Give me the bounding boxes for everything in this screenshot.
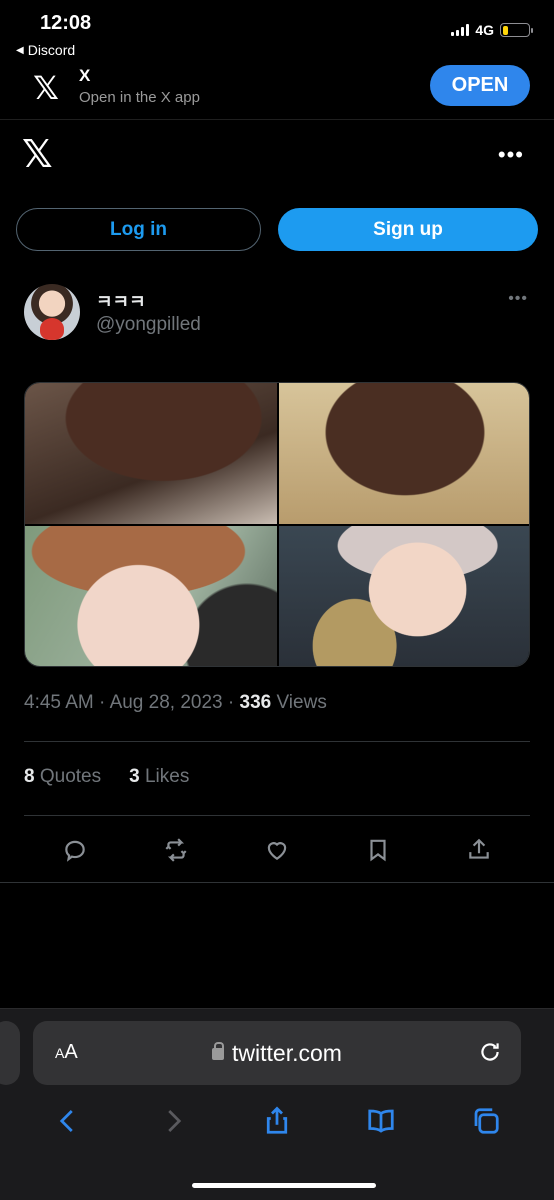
likes-count: 3 <box>129 766 140 787</box>
smart-app-banner: 𝕏 X Open in the X app OPEN <box>0 62 554 120</box>
reply-icon <box>64 840 85 862</box>
likes-label: Likes <box>139 766 190 787</box>
tweet-photo-4[interactable] <box>279 526 529 666</box>
battery-icon <box>500 23 533 37</box>
meta-separator: · <box>222 692 240 713</box>
tweet-photo-3[interactable] <box>25 526 277 666</box>
views-count: 336 <box>239 692 272 713</box>
status-time: 12:08 <box>40 12 92 34</box>
tabs-button[interactable] <box>464 1101 508 1141</box>
back-triangle-icon: ◀ <box>16 44 24 56</box>
site-header: 𝕏 ••• <box>0 120 554 192</box>
reload-icon <box>481 1043 499 1061</box>
bookmark-button[interactable] <box>358 830 398 870</box>
tweet-actions <box>24 828 530 872</box>
previous-tab-preview[interactable] <box>0 1021 20 1085</box>
reload-button[interactable] <box>477 1039 503 1070</box>
login-button[interactable]: Log in <box>16 208 261 251</box>
like-button[interactable] <box>257 830 297 870</box>
open-app-button[interactable]: OPEN <box>430 65 530 106</box>
retweet-button[interactable] <box>156 830 196 870</box>
author-handle[interactable]: @yongpilled <box>96 314 201 336</box>
author-display-name[interactable]: ㅋㅋㅋ <box>96 288 146 314</box>
reply-button[interactable] <box>55 830 95 870</box>
back-app-label: Discord <box>27 42 76 58</box>
x-app-logo-icon: 𝕏 <box>33 70 59 106</box>
tweet-photo-1[interactable] <box>25 383 277 524</box>
likes-stat[interactable]: 3 Likes <box>129 766 189 788</box>
browser-toolbar <box>0 1101 554 1141</box>
address-bar[interactable]: AA twitter.com <box>33 1021 521 1085</box>
tweet-stats: 8 Quotes 3 Likes <box>24 766 189 788</box>
divider <box>24 741 530 742</box>
chevron-right-icon <box>167 1110 181 1132</box>
browser-bottom-bar: AA twitter.com <box>0 1008 554 1200</box>
network-label: 4G <box>475 22 494 38</box>
avatar[interactable] <box>24 284 80 340</box>
lock-icon <box>212 1042 225 1060</box>
tweet-date[interactable]: Aug 28, 2023 <box>110 692 223 713</box>
quotes-stat[interactable]: 8 Quotes <box>24 766 101 788</box>
x-logo-icon[interactable]: 𝕏 <box>22 136 53 174</box>
tweet-photo-2[interactable] <box>279 383 529 524</box>
chevron-left-icon <box>59 1110 73 1132</box>
url-text: twitter.com <box>232 1040 342 1066</box>
divider <box>24 815 530 816</box>
tweet-metadata: 4:45 AM · Aug 28, 2023 · 336 Views <box>24 692 327 714</box>
status-indicators: 4G <box>451 22 533 38</box>
retweet-icon <box>165 838 187 862</box>
bookmark-icon <box>370 839 386 862</box>
share-icon <box>469 838 490 859</box>
cellular-signal-icon <box>451 24 470 36</box>
quotes-label: Quotes <box>34 766 102 787</box>
heart-icon <box>267 842 287 860</box>
banner-title: X <box>79 66 91 85</box>
tweet-time[interactable]: 4:45 AM <box>24 692 94 713</box>
status-bar: 12:08 ◀ Discord 4G <box>0 0 554 62</box>
home-indicator[interactable] <box>192 1183 376 1188</box>
tabs-icon <box>474 1108 499 1134</box>
bookmarks-button[interactable] <box>359 1101 403 1141</box>
tweet-media-grid <box>24 382 530 667</box>
tweet-more-icon[interactable]: ••• <box>508 290 528 308</box>
views-label: Views <box>271 692 327 713</box>
back-to-app-link[interactable]: ◀ Discord <box>16 42 75 58</box>
more-options-icon[interactable]: ••• <box>498 144 524 166</box>
book-icon <box>368 1109 394 1133</box>
banner-subtitle: Open in the X app <box>79 89 200 106</box>
divider <box>0 882 554 883</box>
quotes-count: 8 <box>24 766 35 787</box>
share-icon <box>266 1106 288 1134</box>
forward-button[interactable] <box>151 1101 195 1141</box>
signup-button[interactable]: Sign up <box>278 208 538 251</box>
share-button[interactable] <box>459 830 499 870</box>
url-display[interactable]: twitter.com <box>33 1040 521 1067</box>
share-sheet-button[interactable] <box>255 1101 299 1141</box>
back-button[interactable] <box>46 1101 90 1141</box>
meta-separator: · <box>93 692 110 713</box>
